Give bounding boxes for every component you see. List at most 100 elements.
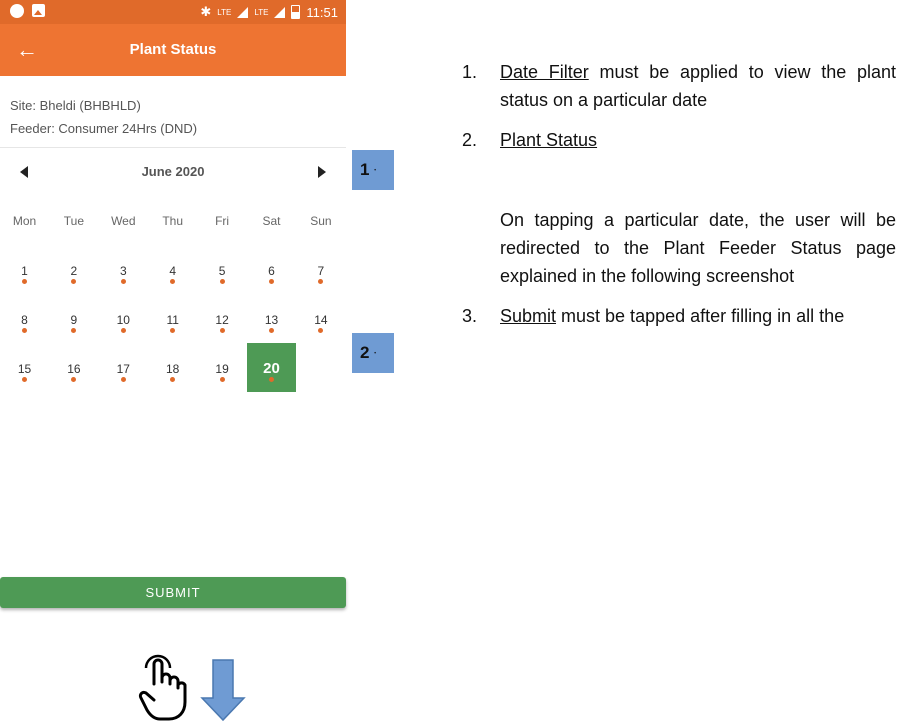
weekday-thu: Thu xyxy=(162,214,184,228)
status-dot-icon xyxy=(71,279,77,284)
day-number: 17 xyxy=(116,362,130,377)
battery-icon xyxy=(291,5,301,19)
day-number: 14 xyxy=(314,313,328,328)
down-arrow-icon xyxy=(200,659,246,722)
phone-screen: ✱ LTE LTE 11:51 ← Plant Status Site: Bhe… xyxy=(0,0,346,724)
calendar-day[interactable]: 14 xyxy=(296,294,345,343)
calendar-day[interactable]: 3 xyxy=(99,245,148,294)
spotify-icon xyxy=(10,4,24,18)
marker-1-label: 1 xyxy=(360,160,370,179)
calendar-day[interactable]: 6 xyxy=(247,245,296,294)
calendar-day[interactable]: 20 xyxy=(247,343,296,393)
day-number: 3 xyxy=(119,264,127,278)
calendar-day[interactable]: 11 xyxy=(148,294,197,343)
calendar-day[interactable]: 10 xyxy=(99,294,148,343)
day-number: 5 xyxy=(218,264,226,278)
status-dot-icon xyxy=(120,328,126,334)
status-dot-icon xyxy=(120,377,126,383)
tap-hand-icon xyxy=(138,654,187,721)
marker-2-label: 2 xyxy=(360,343,370,362)
status-dot-icon xyxy=(22,328,27,334)
weekday-sun: Sun xyxy=(310,214,332,228)
day-number: 16 xyxy=(67,362,81,377)
bluetooth-icon: ✱ xyxy=(200,4,212,19)
day-number: 9 xyxy=(70,313,78,328)
status-dot-icon xyxy=(219,279,225,284)
status-dot-icon xyxy=(219,377,225,383)
note-2-title: Plant Status xyxy=(500,130,598,150)
status-dot-icon xyxy=(219,328,225,334)
note-3-number: 3. xyxy=(462,306,478,326)
calendar-day[interactable]: 12 xyxy=(198,294,247,343)
status-dot-icon xyxy=(269,328,274,334)
status-dot-icon xyxy=(22,377,27,383)
calendar-day[interactable]: 15 xyxy=(0,343,49,392)
month-label: June 2020 xyxy=(141,164,205,179)
submit-button[interactable]: SUBMIT xyxy=(0,577,346,608)
weekday-mon: Mon xyxy=(12,214,37,228)
signal-icon xyxy=(237,6,249,18)
note-1-number: 1. xyxy=(462,62,478,82)
calendar-day[interactable]: 5 xyxy=(198,245,247,294)
status-dot-icon xyxy=(170,328,176,334)
calendar-day[interactable]: 19 xyxy=(198,343,247,392)
status-time: 11:51 xyxy=(306,4,338,20)
calendar-day[interactable]: 4 xyxy=(148,245,197,294)
calendar-day[interactable]: 7 xyxy=(296,245,345,294)
calendar-day[interactable]: 13 xyxy=(247,294,296,343)
status-dot-icon xyxy=(71,377,77,383)
annotation-marker-2: 2 • xyxy=(352,333,394,373)
note-2-detail-text: On tapping a particular date, the user w… xyxy=(500,210,896,286)
status-dot-icon xyxy=(170,377,176,383)
status-dot-icon xyxy=(269,377,274,383)
calendar-day[interactable]: 17 xyxy=(99,343,148,392)
lte-label-2: LTE xyxy=(254,7,269,17)
status-bar: ✱ LTE LTE 11:51 xyxy=(0,0,346,24)
feeder-label: Feeder: Consumer 24Hrs (DND) xyxy=(10,121,198,136)
day-number: 4 xyxy=(169,264,177,278)
weekday-tue: Tue xyxy=(63,214,84,228)
day-number: 7 xyxy=(317,264,325,278)
day-number: 20 xyxy=(263,360,280,378)
day-number: 8 xyxy=(21,313,28,328)
status-dot-icon xyxy=(318,279,324,284)
status-dot-icon xyxy=(269,279,274,284)
signal-icon-2 xyxy=(274,6,286,18)
day-number: 15 xyxy=(17,362,32,377)
image-icon xyxy=(32,4,45,17)
day-number: 12 xyxy=(215,313,229,328)
weekday-wed: Wed xyxy=(111,214,136,228)
calendar-header: June 2020 xyxy=(0,158,346,186)
calendar-day[interactable]: 2 xyxy=(49,245,98,294)
lte-label-1: LTE xyxy=(217,7,232,17)
note-3-text: must be tapped after filling in all the xyxy=(556,306,845,326)
app-bar: ← Plant Status xyxy=(0,24,346,76)
day-number: 2 xyxy=(70,264,78,278)
day-number: 10 xyxy=(116,313,130,328)
day-number: 18 xyxy=(166,362,180,377)
annotation-marker-1: 1 • xyxy=(352,150,394,190)
status-dot-icon xyxy=(71,328,77,334)
calendar-day[interactable]: 9 xyxy=(49,294,98,343)
calendar-day[interactable]: 18 xyxy=(148,343,197,392)
note-1-title: Date Filter xyxy=(500,62,589,82)
calendar-day[interactable]: 8 xyxy=(0,294,49,343)
status-dot-icon xyxy=(318,328,324,334)
day-number: 19 xyxy=(215,362,229,377)
note-3-title: Submit xyxy=(500,306,557,326)
status-dot-icon xyxy=(120,279,126,284)
day-number: 13 xyxy=(264,313,279,328)
divider xyxy=(0,147,346,148)
weekday-fri: Fri xyxy=(215,214,230,228)
day-number: 1 xyxy=(21,264,28,278)
calendar-day[interactable]: 1 xyxy=(0,245,49,294)
calendar-day[interactable]: 16 xyxy=(49,343,98,392)
day-number: 11 xyxy=(166,313,179,328)
note-2-number: 2. xyxy=(462,130,478,150)
page-title: Plant Status xyxy=(129,41,217,58)
site-label: Site: Bheldi (BHBHLD) xyxy=(10,98,141,113)
status-dot-icon xyxy=(170,279,176,284)
next-month-icon[interactable] xyxy=(318,166,326,178)
status-dot-icon xyxy=(22,279,27,284)
plant-info: Site: Bheldi (BHBHLD) Feeder: Consumer 2… xyxy=(10,94,197,140)
